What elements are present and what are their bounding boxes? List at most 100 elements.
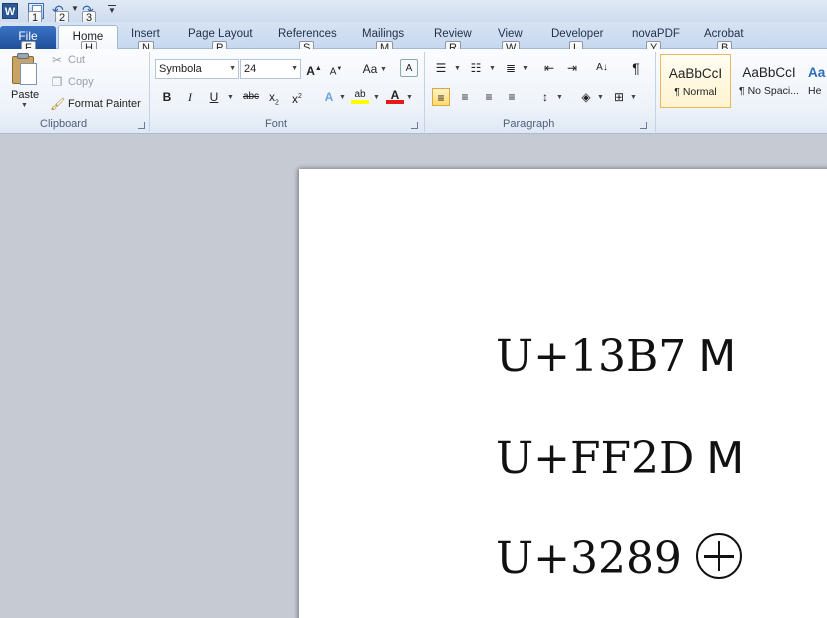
customize-qat-icon[interactable]: ▼ [108,5,116,15]
style-sample: AaBbCcI [742,65,796,80]
numbering-dropdown-icon[interactable]: ▼ [489,65,496,72]
copy-button: ❐ Copy [50,75,94,89]
ribbon-home: Paste ▼ ✂ Cut ❐ Copy 🖌 Format Painter Cl… [0,49,827,134]
circled-plus-glyph-icon [695,533,742,579]
document-line[interactable]: U+3289 [496,533,742,584]
word-app-icon[interactable]: W [2,3,18,19]
shrink-font-icon[interactable]: A▼ [327,60,345,78]
glyph-text: M [706,433,745,484]
style-name: ¶ Normal [674,86,717,98]
sort-icon[interactable]: A↓ [593,59,611,77]
align-right-icon[interactable]: ≡ [480,88,498,106]
font-size-value: 24 [244,63,257,75]
paintbrush-icon: 🖌 [50,97,66,111]
paragraph-group-label: Paragraph [503,118,555,130]
style-name: ¶ No Spaci... [739,85,799,97]
text-effects-dropdown-icon[interactable]: ▼ [339,94,346,101]
tab-acrobat[interactable]: Acrobat [704,28,744,40]
clear-formatting-icon[interactable]: A [400,59,418,77]
glyph-text: M [698,331,737,382]
clipboard-group-label: Clipboard [40,118,88,130]
justify-icon[interactable]: ≡ [503,88,521,106]
paste-dropdown-icon[interactable]: ▼ [21,102,28,109]
copy-label: Copy [68,76,94,88]
align-left-icon[interactable]: ≡ [432,88,450,106]
document-line[interactable]: U+FF2D M [496,433,744,484]
codepoint-text: U+13B7 [496,331,687,382]
font-group-label: Font [265,118,288,130]
bold-icon[interactable]: B [158,88,176,106]
paste-icon[interactable] [10,53,40,85]
subscript-icon[interactable]: x2 [265,88,283,106]
tab-insert[interactable]: Insert [131,28,160,40]
font-color-icon[interactable]: A [386,86,404,104]
font-color-dropdown-icon[interactable]: ▼ [406,94,413,101]
ribbon-tab-row: File Home Insert Page Layout References … [0,22,827,50]
shading-dropdown-icon[interactable]: ▼ [597,94,604,101]
font-size-combo[interactable]: 24 ▼ [240,59,301,79]
style-heading[interactable]: Aa He [808,54,827,108]
underline-icon[interactable]: U [205,88,223,106]
line-spacing-dropdown-icon[interactable]: ▼ [556,94,563,101]
multilevel-list-icon[interactable]: ≣ [502,59,520,77]
tab-review[interactable]: Review [434,28,472,40]
font-name-combo[interactable]: Symbola ▼ [155,59,239,79]
cut-button: ✂ Cut [50,53,85,67]
style-sample: Aa [808,65,826,80]
group-divider [149,52,150,132]
grow-font-icon[interactable]: A▲ [305,60,323,78]
borders-dropdown-icon[interactable]: ▼ [630,94,637,101]
styles-gallery: AaBbCcI ¶ Normal AaBbCcI ¶ No Spaci... A… [658,51,827,111]
style-sample: AaBbCcI [668,66,723,81]
undo-dropdown-icon[interactable]: ▼ [71,4,79,13]
cut-label: Cut [68,54,86,66]
shading-icon[interactable]: ◈ [577,88,595,106]
group-divider [424,52,425,132]
font-launcher-icon[interactable] [411,122,418,129]
bullets-icon[interactable]: ☰ [432,59,450,77]
change-case-dropdown-icon[interactable]: ▼ [380,66,387,73]
document-line[interactable]: U+13B7 M [496,331,736,382]
decrease-indent-icon[interactable]: ⇤ [540,59,558,77]
quick-access-toolbar: W ↶ ▼ ↷ ▼ 1 2 3 [0,0,827,26]
change-case-label: Aa [362,62,378,76]
scissors-icon: ✂ [51,53,63,67]
multilevel-dropdown-icon[interactable]: ▼ [522,65,529,72]
codepoint-text: U+FF2D [496,433,695,484]
paragraph-launcher-icon[interactable] [640,122,647,129]
group-divider [655,52,656,132]
tab-mailings[interactable]: Mailings [362,28,404,40]
chevron-down-icon: ▼ [229,65,236,72]
tab-view[interactable]: View [498,28,523,40]
tab-developer[interactable]: Developer [551,28,603,40]
align-center-icon[interactable]: ≡ [456,88,474,106]
highlight-dropdown-icon[interactable]: ▼ [373,94,380,101]
bullets-dropdown-icon[interactable]: ▼ [454,65,461,72]
clipboard-launcher-icon[interactable] [138,122,145,129]
line-spacing-icon[interactable]: ↕ [536,88,554,106]
borders-icon[interactable]: ⊞ [610,88,628,106]
style-no-spacing[interactable]: AaBbCcI ¶ No Spaci... [734,54,804,108]
change-case-button[interactable]: Aa [359,60,381,78]
style-name: He [808,85,822,97]
italic-icon[interactable]: I [181,88,199,106]
tab-references[interactable]: References [278,28,337,40]
format-painter-button[interactable]: 🖌 Format Painter [50,97,141,111]
chevron-down-icon: ▼ [291,65,298,72]
style-normal[interactable]: AaBbCcI ¶ Normal [660,54,731,108]
copy-icon: ❐ [51,75,63,89]
increase-indent-icon[interactable]: ⇥ [563,59,581,77]
format-painter-label: Format Painter [68,98,141,110]
underline-dropdown-icon[interactable]: ▼ [227,94,234,101]
text-effects-icon[interactable]: A [320,88,338,106]
show-formatting-marks-icon[interactable]: ¶ [627,59,645,77]
tab-page-layout[interactable]: Page Layout [188,28,253,40]
numbering-icon[interactable]: ☷ [467,59,485,77]
highlight-icon[interactable]: ab [351,86,369,104]
strikethrough-icon[interactable]: abc [240,88,262,106]
paste-button[interactable]: Paste [11,89,39,101]
font-name-value: Symbola [159,63,202,75]
codepoint-text: U+3289 [496,533,682,584]
superscript-icon[interactable]: x2 [288,88,306,106]
tab-novapdf[interactable]: novaPDF [632,28,680,40]
